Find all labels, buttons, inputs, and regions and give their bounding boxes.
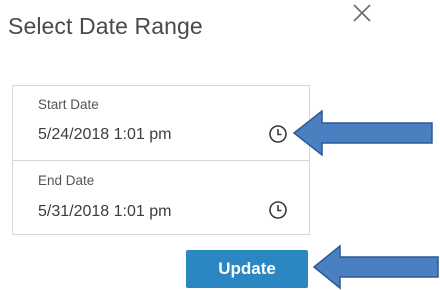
clock-icon[interactable] [268, 124, 288, 144]
left-pointing-arrow-icon [312, 244, 439, 290]
end-date-label: End Date [38, 173, 95, 188]
start-date-field[interactable]: Start Date 5/24/2018 1:01 pm [13, 86, 309, 160]
date-fields-panel: Start Date 5/24/2018 1:01 pm End Date 5/… [12, 85, 310, 235]
end-date-value: 5/31/2018 1:01 pm [38, 203, 172, 220]
left-pointing-arrow-icon [292, 109, 433, 157]
clock-icon[interactable] [268, 200, 288, 220]
start-date-value: 5/24/2018 1:01 pm [38, 126, 172, 143]
dialog-title: Select Date Range [8, 13, 203, 39]
close-icon[interactable] [351, 2, 373, 24]
update-button[interactable]: Update [186, 250, 308, 288]
start-date-label: Start Date [38, 97, 99, 112]
end-date-field[interactable]: End Date 5/31/2018 1:01 pm [13, 161, 309, 235]
date-range-dialog: Select Date Range Start Date 5/24/2018 1… [0, 0, 440, 290]
